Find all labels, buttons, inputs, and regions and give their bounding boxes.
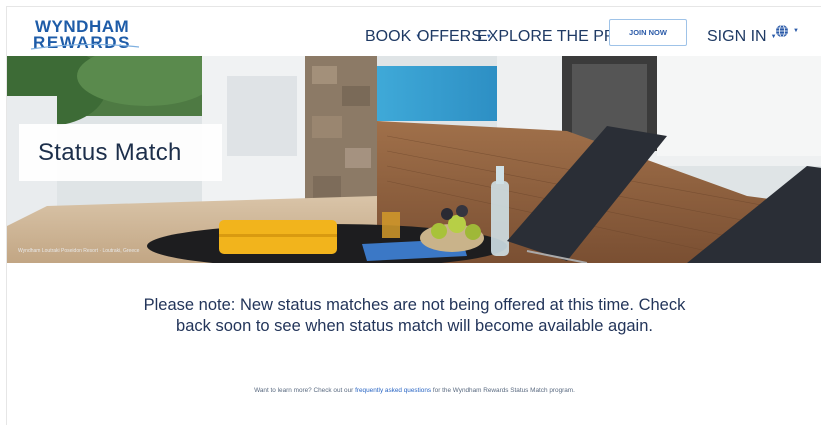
join-now-button[interactable]: JOIN NOW (609, 19, 687, 46)
site-header: WYNDHAM REWARDS BOOK ▼ OFFERS ▼ EXPLORE … (7, 7, 821, 56)
hero-caption: Wyndham Loutraki Poseidon Resort · Loutr… (18, 248, 140, 254)
learn-more-text: Want to learn more? Check out our freque… (127, 387, 702, 394)
learn-prefix: Want to learn more? Check out our (254, 387, 356, 394)
nav-offers-label: OFFERS (417, 28, 482, 45)
page-title: Status Match (38, 138, 182, 166)
faq-link[interactable]: frequently asked questions (355, 387, 431, 394)
page: WYNDHAM REWARDS BOOK ▼ OFFERS ▼ EXPLORE … (6, 6, 821, 425)
hero-banner: Status Match Wyndham Loutraki Poseidon R… (7, 56, 821, 263)
nav-book[interactable]: BOOK ▼ (365, 28, 421, 46)
globe-icon (776, 24, 788, 38)
nav-sign-in[interactable]: SIGN IN ▼ (707, 28, 777, 46)
page-title-box: Status Match (19, 124, 222, 181)
language-selector[interactable]: ▼ (775, 24, 799, 38)
status-match-notice: Please note: New status matches are not … (143, 296, 686, 335)
chevron-down-icon: ▼ (793, 28, 799, 34)
logo-swoosh-icon (30, 43, 140, 50)
sign-in-label: SIGN IN (707, 28, 767, 45)
nav-book-label: BOOK (365, 28, 412, 45)
wyndham-rewards-logo[interactable]: WYNDHAM REWARDS (29, 17, 140, 52)
learn-suffix: for the Wyndham Rewards Status Match pro… (431, 387, 575, 394)
